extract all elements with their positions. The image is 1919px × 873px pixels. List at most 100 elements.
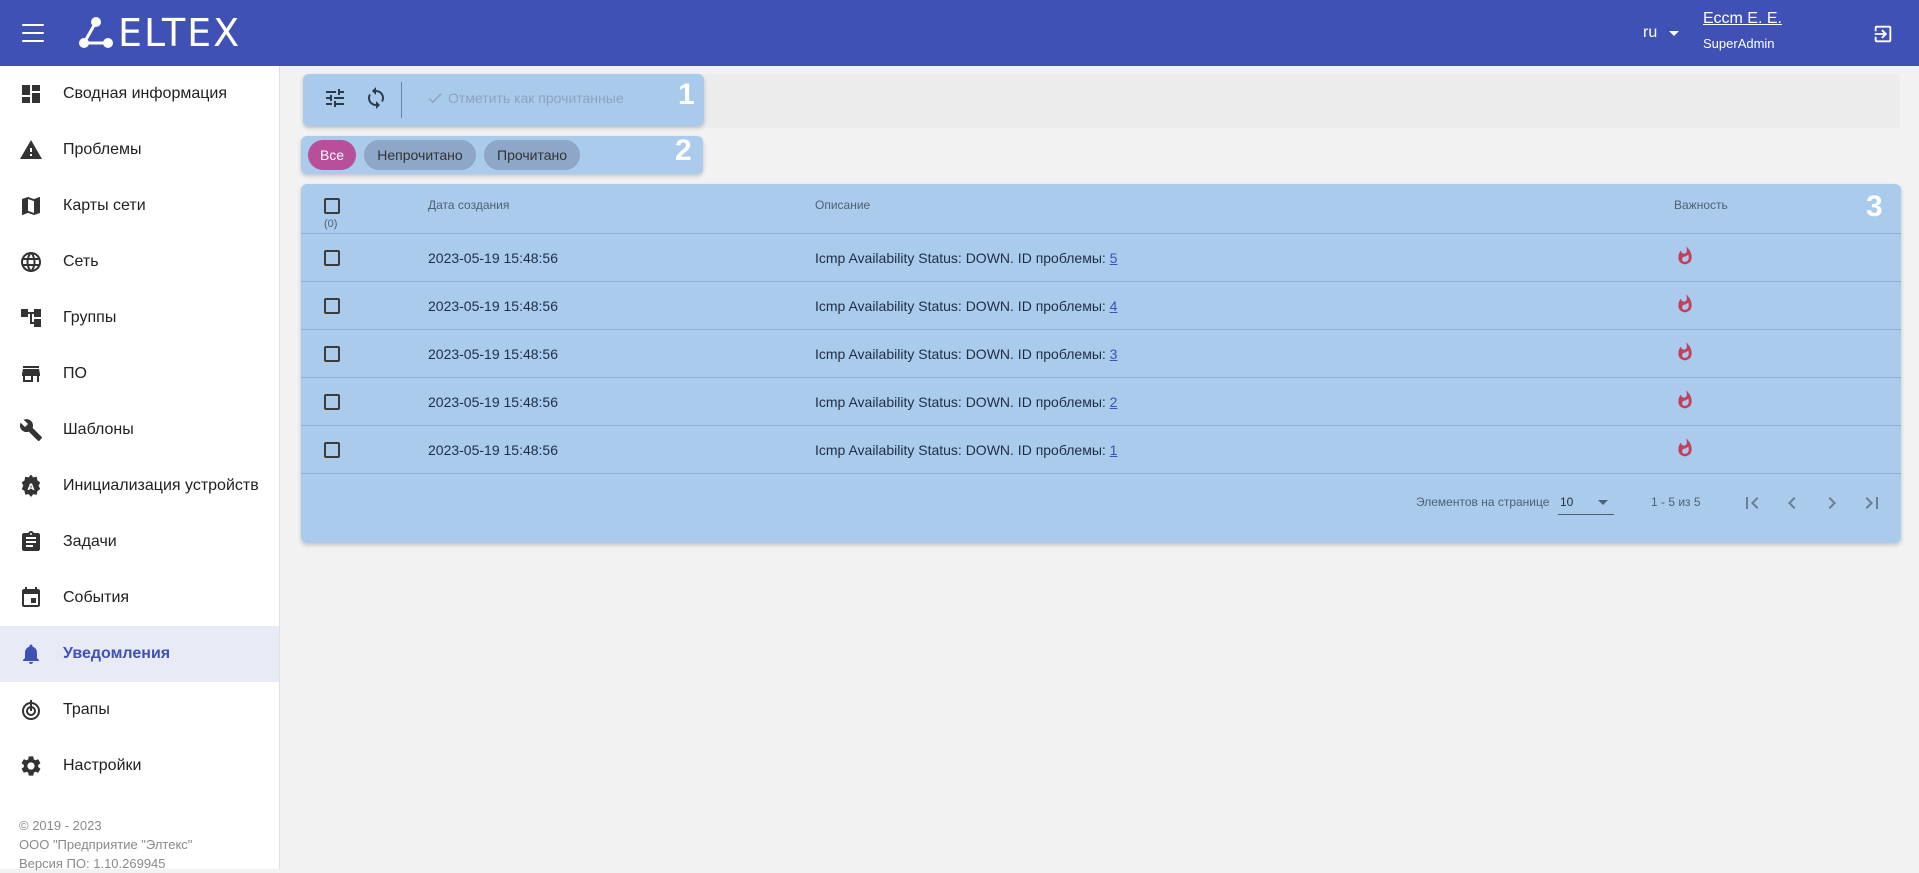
sidebar-item-problems[interactable]: Проблемы (0, 122, 279, 178)
sidebar-item-label: Инициализация устройств (63, 477, 259, 494)
selected-count: (0) (324, 218, 338, 230)
sidebar-item-network[interactable]: Сеть (0, 234, 279, 290)
top-app-bar: ELTEX ru Ессm E. E. SuperAdmin (0, 0, 1919, 66)
svg-text:A: A (28, 483, 35, 493)
row-date: 2023-05-19 15:48:56 (428, 250, 558, 266)
user-info: Ессm E. E. SuperAdmin (1703, 10, 1782, 51)
items-per-page-select[interactable]: 10 (1558, 493, 1614, 515)
sidebar-item-label: Проблемы (63, 141, 142, 158)
logo-mark-icon (79, 17, 113, 48)
sidebar-item-dashboard[interactable]: Сводная информация (0, 66, 279, 122)
radar-icon (22, 700, 40, 720)
column-header-severity[interactable]: Важность (1674, 198, 1728, 212)
prev-page-icon[interactable] (1780, 491, 1804, 515)
sidebar-item-label: Уведомления (63, 645, 171, 662)
user-name-link[interactable]: Ессm E. E. (1703, 10, 1782, 28)
sidebar-item-label: Задачи (63, 533, 117, 550)
mark-as-read-button[interactable]: Отметить как прочитанные (426, 89, 624, 107)
flame-icon (1678, 294, 1692, 313)
filter-chip-unread[interactable]: Непрочитано (364, 140, 476, 170)
row-date: 2023-05-19 15:48:56 (428, 346, 558, 362)
sidebar-item-settings[interactable]: Настройки (0, 738, 279, 794)
problem-id-link[interactable]: 4 (1110, 298, 1118, 314)
row-description: Icmp Availability Status: DOWN. ID пробл… (815, 442, 1117, 458)
row-date: 2023-05-19 15:48:56 (428, 394, 558, 410)
auto-settings-icon: A (21, 474, 41, 497)
problem-id-link[interactable]: 2 (1110, 394, 1118, 410)
filter-chip-read[interactable]: Прочитано (484, 140, 580, 170)
language-select[interactable]: ru (1643, 24, 1680, 42)
highlight-number-2: 2 (675, 134, 692, 167)
refresh-icon[interactable] (364, 86, 388, 110)
problem-id-link[interactable]: 1 (1110, 442, 1118, 458)
check-icon (428, 93, 442, 104)
last-page-icon[interactable] (1860, 491, 1884, 515)
row-checkbox[interactable] (324, 250, 340, 266)
chevron-down-icon (1669, 30, 1680, 36)
sidebar-item-device-init[interactable]: A Инициализация устройств (0, 458, 279, 514)
sidebar-item-label: Сводная информация (63, 85, 227, 102)
row-description-text: Icmp Availability Status: DOWN. ID пробл… (815, 394, 1110, 410)
logo-text: ELTEX (118, 11, 242, 55)
sidebar-item-label: Настройки (63, 757, 142, 774)
items-per-page-value: 10 (1560, 495, 1574, 509)
filter-settings-icon[interactable] (323, 86, 347, 110)
row-checkbox[interactable] (324, 346, 340, 362)
user-role: SuperAdmin (1703, 36, 1775, 51)
sidebar-item-label: Шаблоны (63, 421, 134, 438)
first-page-icon[interactable] (1740, 491, 1764, 515)
sidebar-item-label: ПО (63, 365, 87, 382)
store-icon (22, 366, 40, 382)
sidebar-item-events[interactable]: События (0, 570, 279, 626)
problem-id-link[interactable]: 3 (1110, 346, 1118, 362)
sidebar-item-tasks[interactable]: Задачи (0, 514, 279, 570)
sidebar: Сводная информация Проблемы Карты сети С… (0, 66, 280, 871)
select-all-checkbox[interactable] (324, 198, 340, 214)
filter-chip-all[interactable]: Все (308, 140, 356, 170)
row-description: Icmp Availability Status: DOWN. ID пробл… (815, 394, 1117, 410)
row-description-text: Icmp Availability Status: DOWN. ID пробл… (815, 250, 1110, 266)
footer-copyright: © 2019 - 2023 (19, 818, 102, 833)
eltex-logo[interactable]: ELTEX (76, 14, 241, 52)
next-page-icon[interactable] (1820, 491, 1844, 515)
items-per-page-label: Элементов на странице (1416, 495, 1550, 509)
sidebar-item-software[interactable]: ПО (0, 346, 279, 402)
mark-as-read-label: Отметить как прочитанные (448, 90, 624, 106)
wrench-icon (19, 419, 42, 441)
map-icon (22, 197, 40, 215)
row-checkbox[interactable] (324, 442, 340, 458)
sidebar-item-label: Карты сети (63, 197, 146, 214)
dashboard-icon (22, 85, 40, 103)
sidebar-item-templates[interactable]: Шаблоны (0, 402, 279, 458)
row-checkbox[interactable] (324, 298, 340, 314)
row-description-text: Icmp Availability Status: DOWN. ID пробл… (815, 346, 1110, 362)
highlight-number-1: 1 (678, 78, 695, 111)
globe-icon (21, 252, 41, 272)
gear-icon (21, 756, 41, 776)
bell-icon (23, 644, 39, 664)
sidebar-item-network-maps[interactable]: Карты сети (0, 178, 279, 234)
column-header-description[interactable]: Описание (815, 198, 870, 212)
sidebar-item-label: События (63, 589, 130, 606)
calendar-icon (22, 587, 40, 607)
row-date: 2023-05-19 15:48:56 (428, 442, 558, 458)
row-checkbox[interactable] (324, 394, 340, 410)
logout-icon[interactable] (1872, 23, 1894, 45)
warning-icon (20, 140, 42, 159)
sidebar-item-traps[interactable]: Трапы (0, 682, 279, 738)
column-header-date[interactable]: Дата создания (428, 198, 509, 212)
toolbar-divider (401, 82, 402, 118)
sidebar-item-label: Трапы (63, 701, 110, 718)
sidebar-item-notifications[interactable]: Уведомления (0, 626, 279, 682)
sidebar-item-groups[interactable]: Группы (0, 290, 279, 346)
chevron-down-icon (1598, 500, 1608, 505)
row-description: Icmp Availability Status: DOWN. ID пробл… (815, 250, 1117, 266)
page-range: 1 - 5 из 5 (1651, 495, 1701, 509)
footer-company: ООО "Предприятие "Элтекс" (19, 837, 193, 852)
language-value: ru (1643, 24, 1658, 41)
row-date: 2023-05-19 15:48:56 (428, 298, 558, 314)
hierarchy-icon (21, 309, 41, 327)
problem-id-link[interactable]: 5 (1110, 250, 1118, 266)
menu-icon[interactable] (22, 24, 44, 42)
flame-icon (1678, 390, 1692, 409)
